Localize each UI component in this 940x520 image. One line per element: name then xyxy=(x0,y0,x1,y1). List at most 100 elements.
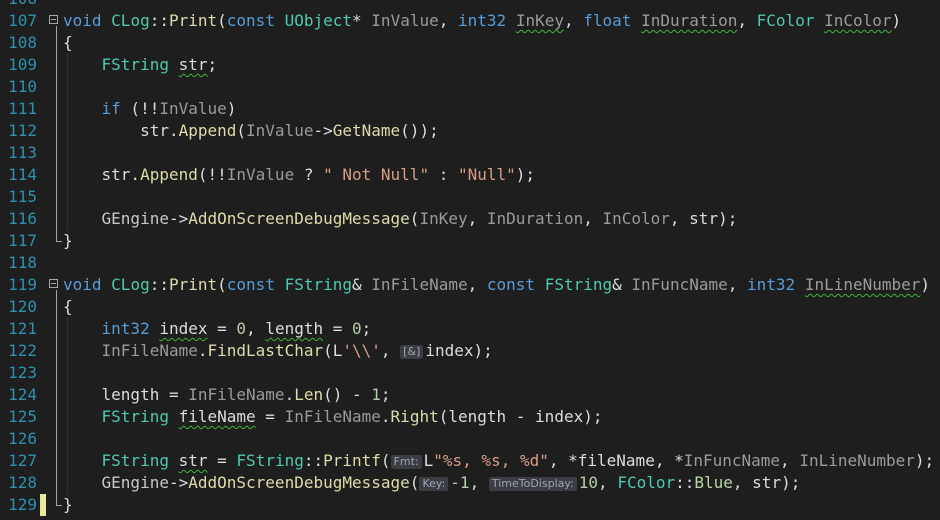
code-token: } xyxy=(63,495,73,514)
code-token: . xyxy=(197,341,208,360)
line-number: 116 xyxy=(8,209,37,228)
line-number: 119 xyxy=(8,275,37,294)
line-number: 107 xyxy=(8,11,37,30)
code-line[interactable]: 122 InFileName.FindLastChar(L'\\', [&] in… xyxy=(0,340,940,362)
code-token: InFileName xyxy=(284,407,381,426)
code-token: FString xyxy=(236,451,304,470)
code-token: length xyxy=(265,319,324,338)
code-token: Right xyxy=(390,407,439,426)
code-line[interactable]: 115 xyxy=(0,186,940,208)
code-line[interactable]: 124 length = InFileName.Len() - 1; xyxy=(0,384,940,406)
code-text: { xyxy=(63,296,73,318)
code-line[interactable]: 107 void CLog::Print(const UObject* InVal… xyxy=(0,10,940,32)
code-line[interactable]: 120 { xyxy=(0,296,940,318)
code-token: FString xyxy=(544,275,613,294)
code-token: InFuncName xyxy=(683,451,781,470)
line-number: 124 xyxy=(8,385,37,404)
code-line[interactable]: 110 xyxy=(0,76,940,98)
fold-collapse-icon[interactable] xyxy=(49,15,58,24)
code-line[interactable]: 111 if (!!InValue) xyxy=(0,98,940,120)
line-number: 112 xyxy=(8,121,37,140)
code-line[interactable]: 128 GEngine->AddOnScreenDebugMessage(Key… xyxy=(0,472,940,494)
code-token: -1 xyxy=(450,473,470,492)
code-token: InFuncName xyxy=(631,275,728,294)
code-token: Append xyxy=(178,121,237,140)
code-token: index xyxy=(159,319,208,338)
code-token: (length - index); xyxy=(438,407,603,426)
code-token: InLineNumber xyxy=(799,451,915,470)
code-token: 0 xyxy=(352,319,362,338)
code-token: Append xyxy=(140,165,198,184)
code-line[interactable]: 113 xyxy=(0,142,940,164)
code-token: if xyxy=(101,99,121,118)
code-token: ( xyxy=(380,451,391,470)
code-token: int32 xyxy=(747,275,796,294)
code-line[interactable]: 119 void CLog::Print(const FString& InFil… xyxy=(0,274,940,296)
code-token: ; xyxy=(207,55,218,74)
indent-guide xyxy=(67,54,69,230)
code-token: ); xyxy=(914,451,935,470)
code-token: * xyxy=(352,11,372,30)
code-line[interactable]: 125 FString fileName = InFileName.Right(… xyxy=(0,406,940,428)
code-line[interactable]: 118 xyxy=(0,252,940,274)
code-token: . xyxy=(284,385,295,404)
code-token: index); xyxy=(425,341,493,360)
code-token: AddOnScreenDebugMessage xyxy=(188,209,410,228)
code-token: & xyxy=(612,275,632,294)
code-token: ); xyxy=(515,165,536,184)
code-token: Blue xyxy=(694,473,733,492)
code-token: str xyxy=(178,55,208,74)
code-line[interactable]: 117} xyxy=(0,230,940,252)
code-token: = xyxy=(323,319,353,338)
code-token: ) xyxy=(891,11,902,30)
code-token: L xyxy=(423,451,434,470)
code-token: InKey xyxy=(515,11,564,30)
code-line[interactable]: 114 str.Append(!!InValue ? " Not Null" :… xyxy=(0,164,940,186)
code-token: InColor xyxy=(602,209,670,228)
code-line[interactable]: 109 FString str; xyxy=(0,54,940,76)
code-token: 10 xyxy=(578,473,599,492)
line-number: 122 xyxy=(8,341,37,360)
code-token: InFileName xyxy=(101,341,198,360)
code-token: . xyxy=(380,407,391,426)
code-line[interactable]: 127 FString str = FString::Printf(Fmt: L"… xyxy=(0,450,940,472)
code-token: ( xyxy=(217,275,227,294)
code-editor[interactable]: 106107void CLog::Print(const UObject* In… xyxy=(0,0,940,520)
code-token: InColor xyxy=(824,11,892,30)
code-token: :: xyxy=(149,11,169,30)
line-number: 115 xyxy=(8,187,37,206)
line-number: 117 xyxy=(8,231,37,250)
line-number: 128 xyxy=(8,473,37,492)
code-line[interactable]: 116 GEngine->AddOnScreenDebugMessage(InK… xyxy=(0,208,940,230)
code-token: float xyxy=(583,11,632,30)
code-line[interactable]: 129} xyxy=(0,494,940,516)
code-token: Print xyxy=(168,11,218,30)
code-token: , xyxy=(780,451,800,470)
code-token: const xyxy=(226,275,275,294)
code-token: InFileName xyxy=(371,275,468,294)
code-token: -> xyxy=(168,209,189,228)
line-number: 108 xyxy=(8,33,37,52)
line-number: 120 xyxy=(8,297,37,316)
line-number: 113 xyxy=(8,143,37,162)
code-token: FColor xyxy=(617,473,676,492)
code-token: " Not Null" xyxy=(323,165,430,184)
code-token: (!! xyxy=(197,165,227,184)
code-token: ( xyxy=(409,473,420,492)
code-line[interactable]: 123 xyxy=(0,362,940,384)
code-text: InFileName.FindLastChar(L'\\', [&] index)… xyxy=(63,340,493,362)
code-line[interactable]: 121 int32 index = 0, length = 0; xyxy=(0,318,940,340)
code-token: GEngine xyxy=(101,209,169,228)
fold-collapse-icon[interactable] xyxy=(49,279,58,288)
code-token: (L xyxy=(323,341,343,360)
code-token: void xyxy=(63,275,102,294)
code-line[interactable]: 108 { xyxy=(0,32,940,54)
code-line[interactable]: 106 xyxy=(0,0,940,10)
code-line[interactable]: 112 str.Append(InValue->GetName()); xyxy=(0,120,940,142)
code-line[interactable]: 126 xyxy=(0,428,940,450)
